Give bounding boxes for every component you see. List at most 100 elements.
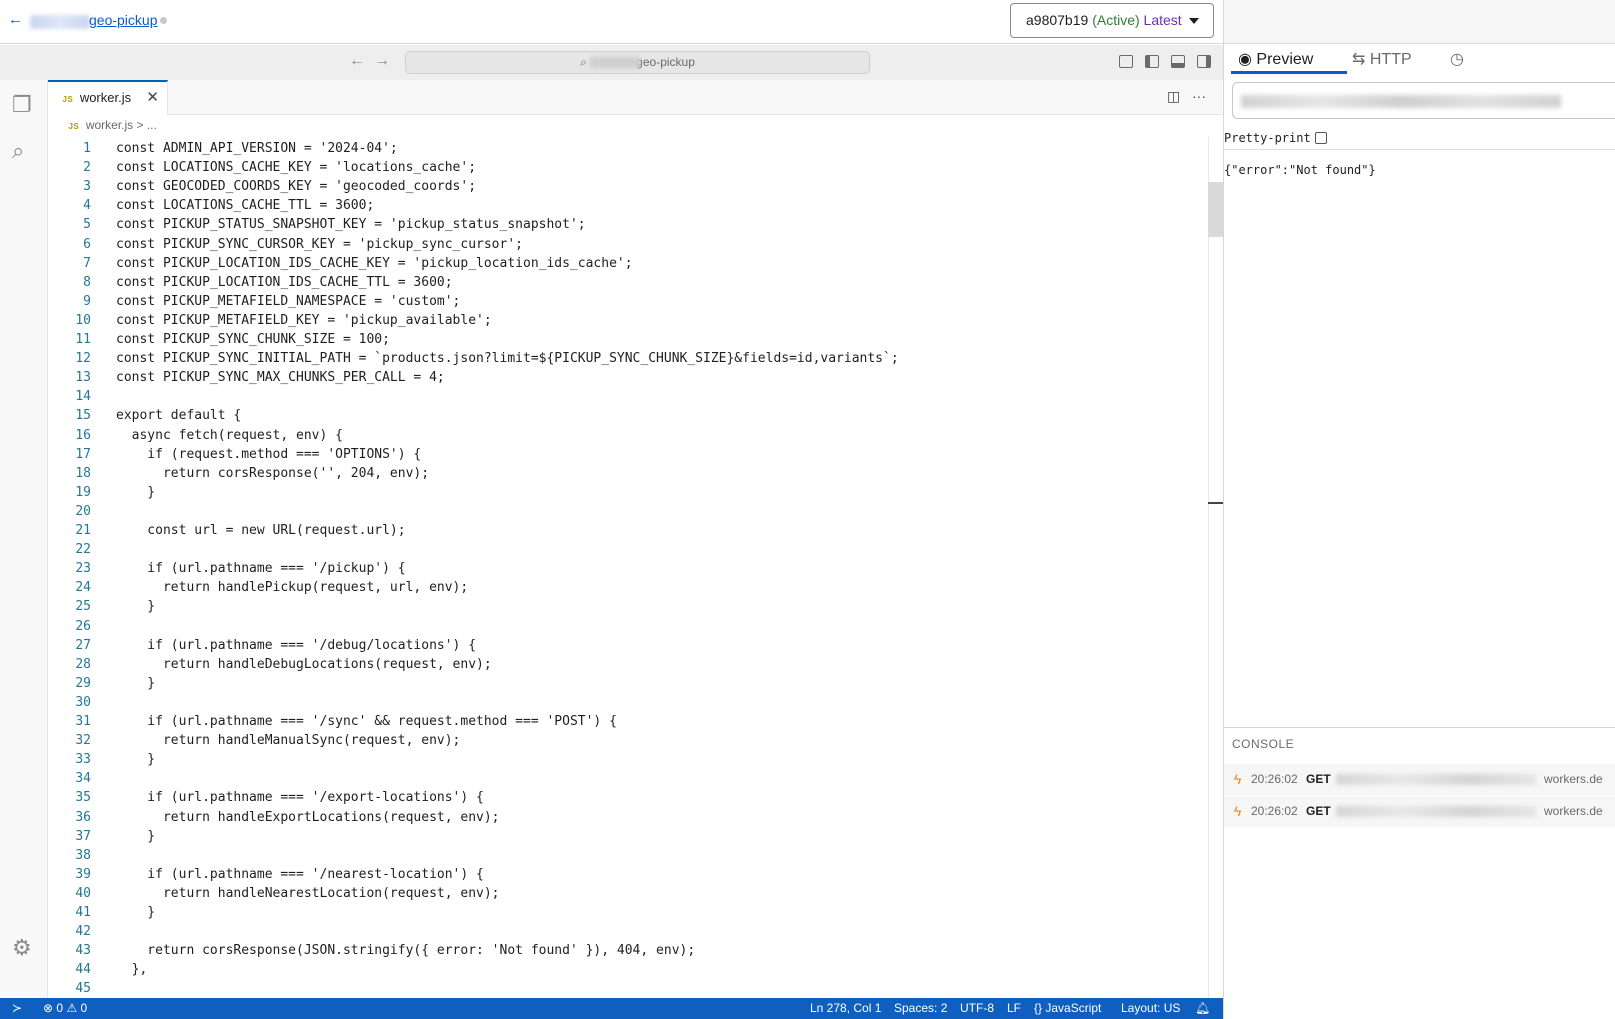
code-text: const PICKUP_SYNC_INITIAL_PATH = `produc… — [116, 351, 899, 366]
editor-titlebar: ← → ⌕ geo-pickup — [0, 45, 1223, 80]
redacted-url — [1241, 95, 1561, 108]
error-icon: ⊗ — [43, 1001, 54, 1015]
version-select[interactable]: a9807b19 (Active) Latest — [1010, 3, 1214, 38]
code-editor: ← → ⌕ geo-pickup ❐ ⌕ ⚙ JS worker.js ✕ ◫ ·… — [0, 45, 1223, 998]
line-number: 14 — [75, 389, 91, 404]
javascript-file-icon: JS — [62, 95, 73, 105]
explorer-icon[interactable]: ❐ — [12, 92, 32, 118]
code-text: const PICKUP_LOCATION_IDS_CACHE_KEY = 'p… — [116, 256, 633, 271]
scrollbar-cursor-marker — [1208, 502, 1223, 504]
line-number: 42 — [75, 924, 91, 939]
line-number: 12 — [75, 351, 91, 366]
editor-tabs: JS worker.js ✕ ◫ ··· — [48, 80, 1223, 115]
problems-indicator[interactable]: ⊗ 0 ⚠ 0 — [43, 998, 87, 1019]
code-text: if (url.pathname === '/debug/locations')… — [116, 638, 477, 653]
line-number: 25 — [75, 599, 91, 614]
pretty-print-toggle[interactable]: Pretty-print — [1224, 131, 1327, 145]
pretty-print-checkbox[interactable] — [1314, 132, 1327, 144]
code-text: return handlePickup(request, url, env); — [116, 580, 469, 595]
tab-label: worker.js — [79, 90, 132, 105]
line-number: 15 — [75, 408, 91, 423]
customize-layout-icon[interactable] — [1119, 55, 1133, 68]
line-number: 32 — [75, 733, 91, 748]
more-actions-icon[interactable]: ··· — [1192, 88, 1206, 104]
nav-back-icon[interactable]: ← — [349, 52, 365, 70]
code-text: } — [116, 752, 156, 767]
code-text: const url = new URL(request.url); — [116, 523, 406, 538]
line-number: 28 — [75, 657, 91, 672]
tab-http-label: HTTP — [1369, 51, 1412, 68]
search-icon: ⌕ — [580, 55, 591, 69]
line-number: 3 — [83, 179, 91, 194]
code-text: const LOCATIONS_CACHE_TTL = 3600; — [116, 198, 375, 213]
breadcrumb-rest[interactable]: > ... — [137, 118, 157, 132]
console-entry[interactable]: ϟ 20:26:02 GET workers.de — [1224, 764, 1615, 795]
search-icon[interactable]: ⌕ — [12, 138, 24, 164]
line-number: 43 — [75, 943, 91, 958]
activity-bar: ❐ ⌕ ⚙ — [0, 80, 48, 998]
lightning-icon: ϟ — [1234, 771, 1242, 787]
vertical-scrollbar-track[interactable] — [1208, 137, 1223, 998]
breadcrumb-file[interactable]: worker.js — [86, 118, 133, 132]
line-number: 30 — [75, 695, 91, 710]
end-of-line[interactable]: LF — [1007, 998, 1021, 1019]
project-name-link[interactable]: geo-pickup — [89, 12, 158, 28]
console-time: 20:26:02 — [1251, 804, 1298, 818]
console-header: CONSOLE — [1232, 737, 1295, 751]
remote-icon[interactable]: ≻ — [12, 998, 22, 1019]
indentation[interactable]: Spaces: 2 — [894, 998, 947, 1019]
tab-http[interactable]: ⇆ HTTP — [1352, 49, 1412, 69]
preview-url-input[interactable] — [1232, 82, 1615, 119]
code-text: const PICKUP_SYNC_MAX_CHUNKS_PER_CALL = … — [116, 370, 445, 385]
line-number: 6 — [83, 237, 91, 252]
vertical-scrollbar-thumb[interactable] — [1208, 182, 1223, 237]
code-text: }, — [116, 962, 148, 977]
line-number: 35 — [75, 790, 91, 805]
code-area[interactable]: 1 const ADMIN_API_VERSION = '2024-04'; 2 co… — [48, 137, 1208, 998]
notifications-bell-icon[interactable]: 🔔︎ — [1195, 998, 1210, 1019]
back-arrow-icon[interactable]: ← — [8, 11, 23, 28]
line-number: 8 — [83, 275, 91, 290]
line-number: 23 — [75, 561, 91, 576]
redacted-url — [1336, 774, 1536, 785]
warning-icon: ⚠ — [66, 1001, 78, 1015]
command-center-search[interactable]: ⌕ geo-pickup — [405, 51, 870, 74]
cursor-position[interactable]: Ln 278, Col 1 — [810, 998, 881, 1019]
pretty-print-label: Pretty-print — [1224, 131, 1311, 145]
settings-gear-icon[interactable]: ⚙ — [12, 935, 32, 961]
console-url: workers.de — [1544, 772, 1603, 786]
line-number: 24 — [75, 580, 91, 595]
console-entry[interactable]: ϟ 20:26:02 GET workers.de — [1224, 796, 1615, 827]
keyboard-layout[interactable]: Layout: US — [1121, 998, 1180, 1019]
code-text: if (url.pathname === '/sync' && request.… — [116, 714, 617, 729]
command-center-text: geo-pickup — [636, 55, 695, 69]
code-text: const PICKUP_LOCATION_IDS_CACHE_TTL = 36… — [116, 275, 453, 290]
history-clock-icon[interactable]: ◷ — [1450, 49, 1464, 69]
code-text: return handleNearestLocation(request, en… — [116, 886, 500, 901]
line-number: 22 — [75, 542, 91, 557]
code-text: const ADMIN_API_VERSION = '2024-04'; — [116, 141, 398, 156]
version-active-label: (Active) — [1092, 12, 1140, 28]
swap-arrows-icon: ⇆ — [1352, 51, 1366, 68]
javascript-file-icon: JS — [68, 122, 79, 132]
braces-icon: {} — [1034, 1001, 1043, 1015]
toggle-secondary-sidebar-icon[interactable] — [1197, 55, 1211, 68]
toggle-primary-sidebar-icon[interactable] — [1145, 55, 1159, 68]
line-number: 19 — [75, 485, 91, 500]
line-number: 2 — [83, 160, 91, 175]
toggle-panel-icon[interactable] — [1171, 55, 1185, 68]
lightning-icon: ϟ — [1234, 803, 1242, 819]
close-icon[interactable]: ✕ — [146, 82, 159, 113]
line-number: 39 — [75, 867, 91, 882]
line-number: 36 — [75, 810, 91, 825]
caret-down-icon — [1189, 18, 1199, 24]
line-number: 11 — [75, 332, 91, 347]
tab-worker-js[interactable]: JS worker.js ✕ — [48, 80, 168, 115]
encoding[interactable]: UTF-8 — [960, 998, 994, 1019]
split-editor-icon[interactable]: ◫ — [1167, 88, 1180, 105]
code-text: if (url.pathname === '/nearest-location'… — [116, 867, 484, 882]
language-mode[interactable]: {} JavaScript — [1034, 998, 1101, 1019]
line-number: 31 — [75, 714, 91, 729]
tab-preview[interactable]: ◉ Preview — [1238, 49, 1313, 69]
nav-forward-icon[interactable]: → — [374, 52, 390, 70]
